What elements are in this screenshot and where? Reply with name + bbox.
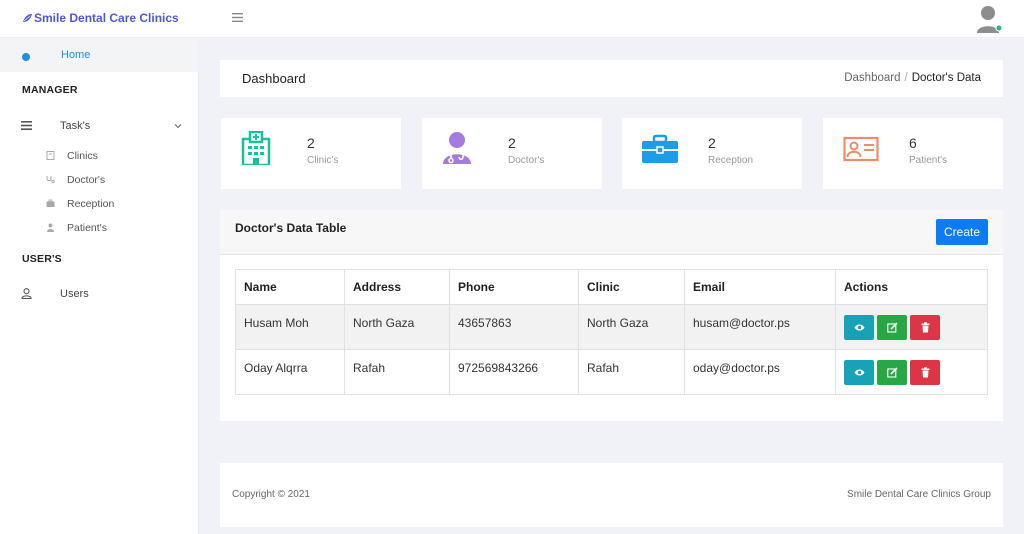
copyright-text: Copyright © 2021 — [232, 489, 310, 500]
column-header: Actions — [835, 269, 988, 305]
sidebar-item-users[interactable]: Users — [0, 283, 199, 307]
manager-heading: MANAGER — [22, 84, 78, 96]
table-header-row: Name Address Phone Clinic Email Actions — [235, 269, 988, 305]
edit-button[interactable] — [877, 360, 907, 385]
sidebar-subitem-label: Patient's — [67, 222, 107, 234]
sidebar-subitem-label: Reception — [67, 198, 115, 210]
breadcrumb-current: Doctor's Data — [911, 72, 981, 84]
column-header: Phone — [449, 269, 579, 305]
column-header: Clinic — [578, 269, 685, 305]
cell-email: husam@doctor.ps — [684, 304, 836, 350]
stat-value: 2 — [708, 135, 716, 151]
stat-label: Patient's — [909, 155, 948, 166]
user-icon — [21, 288, 32, 299]
hospital-icon — [241, 131, 271, 165]
sidebar-item-label: Home — [61, 49, 91, 61]
sidebar-subitem-label: Doctor's — [67, 174, 106, 186]
edit-button[interactable] — [877, 315, 907, 340]
trash-icon — [921, 367, 929, 378]
sidebar-item-label: Task's — [60, 120, 91, 132]
hamburger-menu-icon[interactable] — [232, 12, 243, 23]
sidebar-subitem-label: Clinics — [67, 150, 98, 162]
chevron-down-icon[interactable] — [174, 122, 182, 130]
breadcrumb: Dashboard / Doctor's Data — [844, 72, 981, 84]
stethoscope-icon — [46, 176, 55, 184]
panel-header: Doctor's Data Table Create — [220, 210, 1003, 255]
footer-group-name: Smile Dental Care Clinics Group — [847, 489, 991, 500]
brand[interactable]: Smile Dental Care Clinics — [22, 11, 179, 25]
page-title: Dashboard — [242, 71, 306, 86]
stat-card-reception: 2 Reception — [622, 118, 802, 189]
eye-icon — [854, 324, 864, 331]
stat-label: Reception — [708, 155, 754, 166]
cell-phone: 43657863 — [449, 304, 579, 350]
sidebar-item-label: Users — [60, 288, 89, 300]
stat-card-patients: 6 Patient's — [823, 118, 1003, 189]
cell-email: oday@doctor.ps — [684, 349, 836, 395]
trash-icon — [921, 322, 929, 333]
cell-phone: 972569843266 — [449, 349, 579, 395]
column-header: Address — [344, 269, 450, 305]
id-card-icon — [843, 136, 879, 162]
edit-icon — [886, 367, 898, 378]
cell-clinic: Rafah — [578, 349, 685, 395]
stat-label: Doctor's — [508, 155, 545, 166]
sidebar-item-home[interactable]: Home — [0, 38, 199, 72]
cell-name: Husam Moh — [235, 304, 345, 350]
delete-button[interactable] — [910, 315, 940, 340]
table-row: Husam Moh North Gaza 43657863 North Gaza… — [235, 304, 988, 350]
home-dot-icon — [22, 53, 30, 61]
sidebar-item-tasks[interactable]: Task's — [0, 115, 199, 139]
doctors-table-panel: Doctor's Data Table Create Name Address … — [220, 210, 1003, 421]
sidebar-subitem-patients[interactable]: Patient's — [0, 218, 199, 240]
doctors-table: Name Address Phone Clinic Email Actions … — [235, 269, 988, 395]
list-icon — [21, 121, 32, 130]
briefcase-icon — [46, 199, 55, 207]
stat-value: 2 — [307, 135, 315, 151]
users-heading: USER'S — [22, 253, 62, 265]
view-button[interactable] — [844, 315, 874, 340]
sidebar-subitem-clinics[interactable]: Clinics — [0, 146, 199, 168]
view-button[interactable] — [844, 360, 874, 385]
briefcase-icon — [642, 134, 678, 163]
user-avatar-icon[interactable] — [975, 4, 1003, 34]
cell-actions — [835, 349, 988, 395]
stat-value: 2 — [508, 135, 516, 151]
cell-name: Oday Alqrra — [235, 349, 345, 395]
sidebar-subitem-reception[interactable]: Reception — [0, 194, 199, 216]
column-header: Name — [235, 269, 345, 305]
patient-icon — [47, 223, 54, 232]
sidebar: Home MANAGER Task's Clinics Doctor's Rec… — [0, 38, 199, 534]
sidebar-subitem-doctors[interactable]: Doctor's — [0, 170, 199, 192]
panel-title: Doctor's Data Table — [235, 221, 347, 235]
footer: Copyright © 2021 Smile Dental Care Clini… — [220, 463, 1003, 527]
table-row: Oday Alqrra Rafah 972569843266 Rafah oda… — [235, 349, 988, 395]
stat-card-doctors: 2 Doctor's — [422, 118, 602, 189]
page-header: Dashboard Dashboard / Doctor's Data — [220, 60, 1003, 97]
cell-address: North Gaza — [344, 304, 450, 350]
cell-actions — [835, 304, 988, 350]
create-button[interactable]: Create — [936, 219, 988, 245]
stat-label: Clinic's — [307, 155, 339, 166]
tooth-leaf-icon — [22, 13, 33, 22]
eye-icon — [854, 369, 864, 376]
breadcrumb-separator: / — [904, 72, 908, 84]
stat-card-clinics: 2 Clinic's — [221, 118, 401, 189]
stat-value: 6 — [909, 135, 917, 151]
brand-name: Smile Dental Care Clinics — [34, 11, 179, 25]
cell-clinic: North Gaza — [578, 304, 685, 350]
delete-button[interactable] — [910, 360, 940, 385]
edit-icon — [886, 322, 898, 333]
top-bar: Smile Dental Care Clinics — [0, 0, 1024, 38]
column-header: Email — [684, 269, 836, 305]
cell-address: Rafah — [344, 349, 450, 395]
breadcrumb-home[interactable]: Dashboard — [844, 72, 900, 84]
doctor-icon — [443, 132, 471, 164]
clinic-icon — [46, 151, 55, 160]
